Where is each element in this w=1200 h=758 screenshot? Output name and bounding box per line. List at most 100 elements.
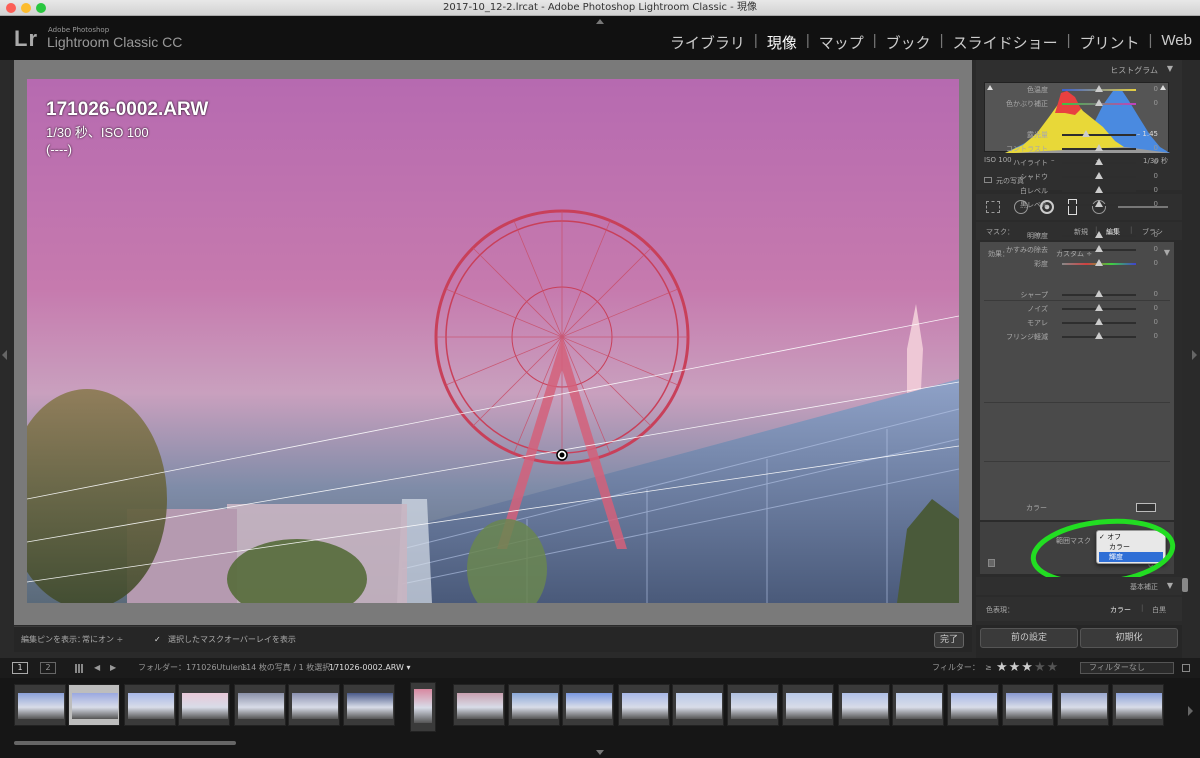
filter-lock-icon[interactable] [1182,664,1190,672]
filmstrip-thumbnail[interactable] [14,684,66,726]
rating-filter-stars[interactable]: ★★★★★ [996,658,1059,678]
slider-track[interactable] [1062,200,1136,207]
slider-track[interactable] [1062,259,1136,266]
filmstrip-thumbnail[interactable] [838,684,890,726]
module-book[interactable]: ブック [884,32,933,53]
slider-track[interactable] [1062,158,1136,165]
histogram-graph[interactable] [984,82,1170,153]
basic-panel-header[interactable]: 基本補正 ▼ [976,577,1182,595]
overlay-checkbox[interactable]: ✓ [154,627,161,653]
module-library[interactable]: ライブラリ [668,32,747,53]
range-mask-toggle[interactable] [988,559,995,567]
filmstrip-thumbnail[interactable] [178,684,230,726]
treatment-bw-button[interactable]: 白黒 [1152,605,1166,615]
module-develop[interactable]: 現像 [765,32,799,53]
filmstrip-scrollbar[interactable] [14,741,236,745]
shadow-clipping-icon[interactable] [987,85,993,90]
filter-preset-dropdown[interactable]: フィルターなし [1080,662,1174,674]
filmstrip-thumbnail[interactable] [453,684,505,726]
filmstrip-thumbnail[interactable] [234,684,286,726]
expand-left-panel-icon[interactable] [2,350,7,360]
filmstrip-thumbnail[interactable] [727,684,779,726]
secondary-window-button[interactable]: 2 [40,662,56,674]
filmstrip-thumbnail[interactable] [947,684,999,726]
slider-thumb[interactable] [1095,318,1103,325]
maximize-window-button[interactable] [36,3,46,13]
filmstrip-thumbnail[interactable] [562,684,614,726]
slider-thumb[interactable] [1095,332,1103,339]
selected-file[interactable]: 171026-0002.ARW ▾ [329,658,411,678]
next-arrow-icon[interactable]: ▶ [110,658,116,678]
slider-thumb[interactable] [1095,186,1103,193]
slider-track[interactable] [1062,332,1136,339]
filmstrip-scroll-right-icon[interactable] [1188,706,1193,716]
reset-button[interactable]: 初期化 [1080,628,1178,648]
folder-path[interactable]: フォルダー：171026Utulens [138,658,247,678]
slider-thumb[interactable] [1095,158,1103,165]
filmstrip-thumbnail[interactable] [124,684,176,726]
slider-track[interactable] [1062,99,1136,106]
collapse-top-panel-icon[interactable] [596,19,604,24]
filmstrip-thumbnail[interactable] [508,684,560,726]
slider-track[interactable] [1062,245,1136,252]
histogram-collapse-icon[interactable]: ▼ [1167,64,1173,73]
slider-thumb[interactable] [1095,231,1103,238]
original-photo-checkbox[interactable] [984,177,992,183]
slider-thumb[interactable] [1095,290,1103,297]
filmstrip-thumbnail[interactable] [343,684,395,726]
slider-track[interactable] [1062,318,1136,325]
previous-settings-button[interactable]: 前の設定 [980,628,1078,648]
collapse-right-panel-icon[interactable] [1192,350,1197,360]
slider-track[interactable] [1062,172,1136,179]
show-pins-dropdown[interactable]: 常にオン ÷ [82,627,123,653]
module-map[interactable]: マップ [817,32,866,53]
done-button[interactable]: 完了 [934,632,964,648]
slider-thumb[interactable] [1095,200,1103,207]
slider-track[interactable] [1062,290,1136,297]
slider-track[interactable] [1062,231,1136,238]
slider-thumb[interactable] [1095,144,1103,151]
filmstrip-thumbnail[interactable] [618,684,670,726]
slider-thumb[interactable] [1095,304,1103,311]
previous-arrow-icon[interactable]: ◀ [94,658,100,678]
filmstrip-thumbnail[interactable] [1112,684,1164,726]
photo-preview[interactable]: 171026-0002.ARW 1/30 秒、ISO 100 (----) [27,79,959,603]
crop-tool-icon[interactable] [986,201,1000,213]
highlight-clipping-icon[interactable] [1160,85,1166,90]
mask-brush-button[interactable]: ブラシ [1142,227,1163,237]
filmstrip-thumbnail[interactable] [410,682,436,732]
module-web[interactable]: Web [1159,32,1194,53]
image-canvas[interactable]: 171026-0002.ARW 1/30 秒、ISO 100 (----) [14,60,972,625]
slider-thumb[interactable] [1095,259,1103,266]
filmstrip-thumbnail[interactable] [68,684,120,726]
treatment-color-button[interactable]: カラー [1110,605,1131,615]
filmstrip-thumbnail[interactable] [672,684,724,726]
slider-track[interactable] [1062,130,1136,137]
filmstrip-thumbnail[interactable] [1057,684,1109,726]
filmstrip-thumbnail[interactable] [892,684,944,726]
filmstrip-thumbnail[interactable] [782,684,834,726]
slider-thumb[interactable] [1095,172,1103,179]
close-window-button[interactable] [6,3,16,13]
color-swatch[interactable] [1136,503,1156,512]
graduated-filter-icon[interactable] [1068,199,1077,215]
filmstrip-thumbnail[interactable] [1002,684,1054,726]
slider-thumb[interactable] [1081,130,1090,137]
minimize-window-button[interactable] [21,3,31,13]
slider-track[interactable] [1062,144,1136,151]
grid-view-icon[interactable] [75,664,84,673]
effects-collapse-icon[interactable]: ▼ [1164,248,1170,257]
slider-thumb[interactable] [1095,85,1103,92]
slider-thumb[interactable] [1095,99,1103,106]
rating-operator[interactable]: ≥ [985,658,992,678]
slider-track[interactable] [1062,85,1136,92]
module-slideshow[interactable]: スライドショー [951,32,1060,53]
adjustment-brush-icon[interactable] [1118,206,1168,208]
slider-track[interactable] [1062,304,1136,311]
basic-collapse-icon[interactable]: ▼ [1167,581,1173,590]
main-window-button[interactable]: 1 [12,662,28,674]
right-panel-scrollbar[interactable] [1182,578,1188,592]
slider-thumb[interactable] [1095,245,1103,252]
module-print[interactable]: プリント [1078,32,1142,53]
collapse-filmstrip-icon[interactable] [596,750,604,755]
